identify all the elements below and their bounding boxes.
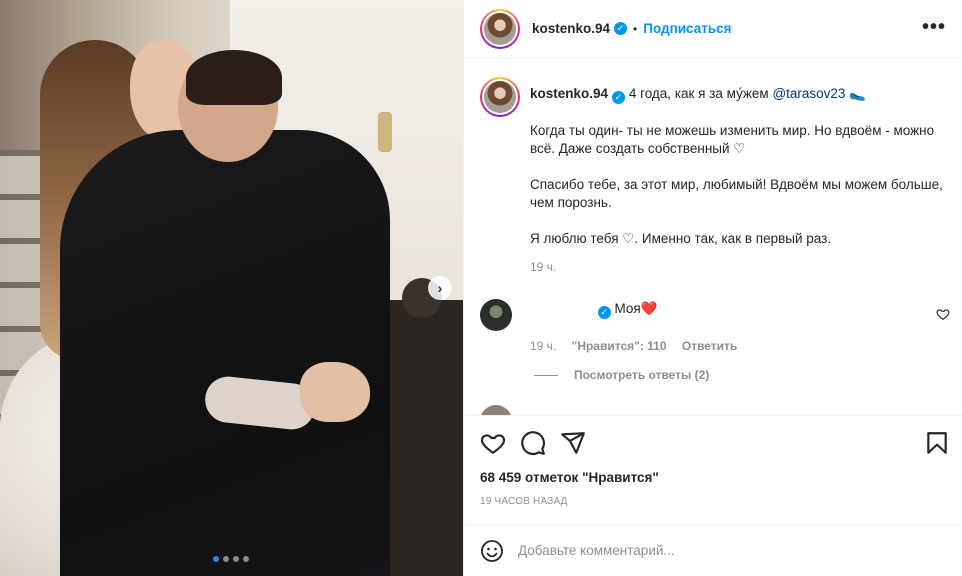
post-header: kostenko.94 ✓ • Подписаться •••: [464, 0, 962, 58]
post-side-panel: kostenko.94 ✓ • Подписаться ••• kostenko…: [463, 0, 962, 576]
follow-button[interactable]: Подписаться: [643, 21, 731, 36]
next-comment-avatar[interactable]: [480, 405, 512, 415]
view-replies-line: [534, 374, 558, 376]
action-bar: [464, 415, 962, 467]
caption-paragraph: Спасибо тебе, за этот мир, любимый! Вдво…: [530, 176, 943, 210]
carousel-dots: [213, 556, 249, 562]
comment-item: ✓ Моя❤️ 19 ч. "Нравится": 110 Ответить: [480, 299, 950, 353]
header-separator: •: [633, 21, 638, 36]
caption-paragraph: Я люблю тебя ♡. Именно так, как в первый…: [530, 230, 832, 246]
caption-time[interactable]: 19 ч.: [530, 258, 950, 276]
heart-icon[interactable]: [480, 430, 506, 456]
avatar[interactable]: [480, 8, 520, 49]
avatar-image: [484, 81, 516, 113]
caption-username[interactable]: kostenko.94: [530, 86, 608, 101]
emoji-icon[interactable]: [480, 539, 504, 563]
comment-icon[interactable]: [520, 430, 546, 456]
caption-emoji: 🥿: [849, 86, 867, 101]
caption-first-line: kostenko.94 ✓ 4 года, как я за му́жем @ta…: [530, 85, 950, 104]
avatar-image: [484, 12, 516, 45]
bookmark-icon[interactable]: [924, 430, 950, 456]
comment-heart-emoji: ❤️: [640, 301, 658, 316]
verified-icon: ✓: [597, 306, 611, 319]
carousel-dot: [243, 556, 249, 562]
comment-meta: 19 ч. "Нравится": 110 Ответить: [530, 339, 950, 353]
comment-like-icon[interactable]: [936, 307, 950, 321]
share-icon[interactable]: [560, 430, 586, 456]
verified-icon: ✓: [614, 22, 628, 35]
comment-reply-button[interactable]: Ответить: [682, 339, 737, 353]
view-replies-label: Посмотреть ответы (2): [574, 368, 710, 382]
photo-bride-hand: [300, 362, 370, 422]
comments-list[interactable]: kostenko.94 ✓ 4 года, как я за му́жем @ta…: [464, 59, 962, 415]
photo-railing: [390, 300, 463, 576]
comment-likes[interactable]: "Нравится": 110: [572, 339, 667, 353]
post-photo[interactable]: ›: [0, 0, 463, 576]
caption-mention[interactable]: @tarasov23: [772, 86, 845, 101]
post-username[interactable]: kostenko.94: [532, 21, 610, 36]
comment-line: ✓ Моя❤️: [530, 299, 950, 319]
next-arrow-icon[interactable]: ›: [428, 276, 452, 300]
comment-text: Моя: [614, 301, 641, 316]
caption-avatar[interactable]: [480, 77, 520, 117]
carousel-dot: [213, 556, 219, 562]
view-replies-button[interactable]: Посмотреть ответы (2): [534, 368, 709, 382]
post-caption: kostenko.94 ✓ 4 года, как я за му́жем @ta…: [480, 77, 950, 276]
more-icon[interactable]: •••: [922, 17, 946, 37]
post-time-ago[interactable]: 19 ЧАСОВ НАЗАД: [480, 496, 568, 507]
comment-avatar[interactable]: [480, 299, 512, 331]
photo-groom-suit: [60, 130, 390, 576]
caption-title: 4 года, как я за му́жем: [628, 86, 769, 101]
caption-paragraph: Когда ты один- ты не можешь изменить мир…: [530, 122, 935, 156]
carousel-dot: [223, 556, 229, 562]
comment-input[interactable]: [518, 543, 918, 558]
likes-count[interactable]: 68 459 отметок "Нравится": [480, 470, 659, 485]
photo-wall-lamp: [378, 112, 392, 152]
comment-time[interactable]: 19 ч.: [530, 339, 556, 353]
add-comment-bar: [464, 524, 962, 576]
photo-groom-hair: [186, 50, 282, 105]
carousel-dot: [233, 556, 239, 562]
verified-icon: ✓: [612, 90, 626, 104]
